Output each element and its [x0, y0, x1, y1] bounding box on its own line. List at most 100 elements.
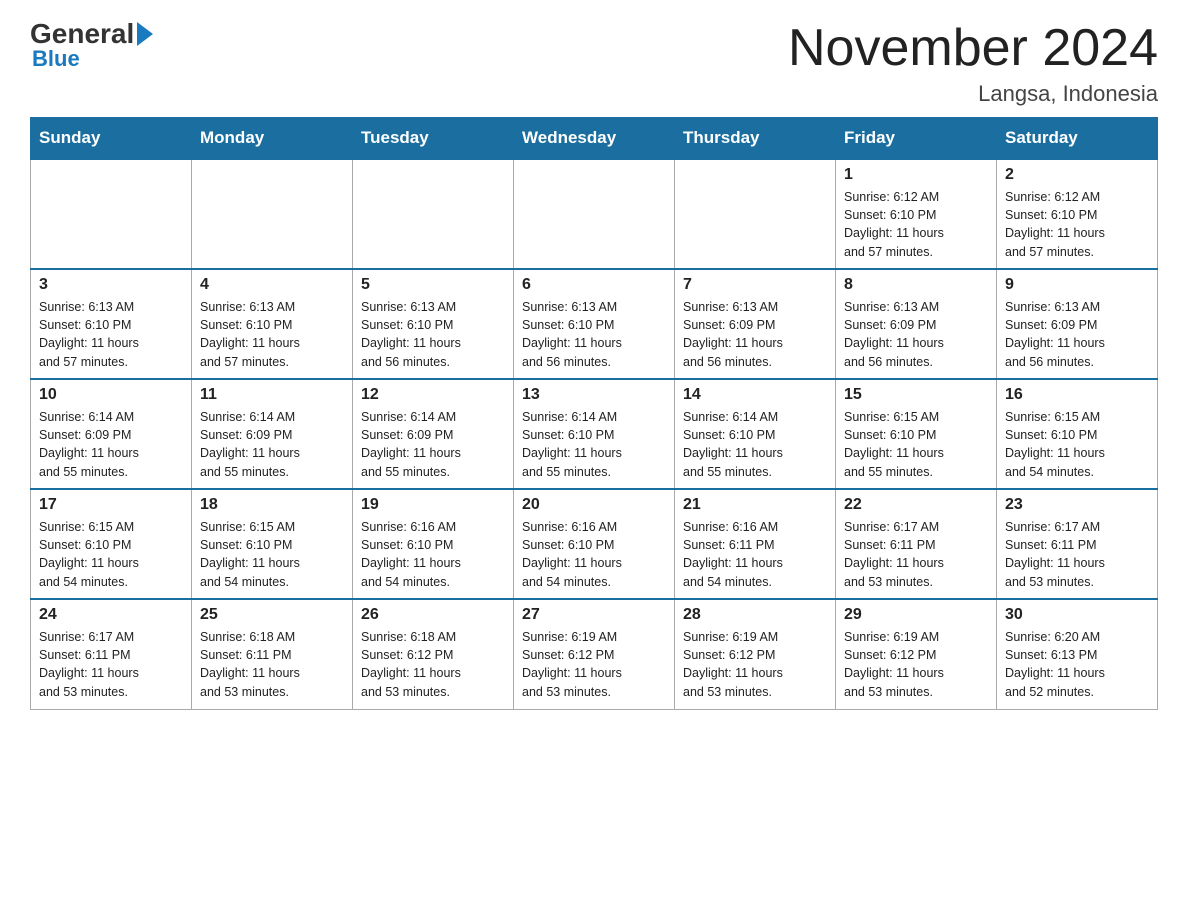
weekday-header-wednesday: Wednesday	[514, 118, 675, 160]
day-number: 27	[522, 606, 666, 624]
calendar-cell: 2 Sunrise: 6:12 AM Sunset: 6:10 PM Daylig…	[997, 159, 1158, 269]
calendar-cell	[675, 159, 836, 269]
day-number: 4	[200, 276, 344, 294]
day-number: 21	[683, 496, 827, 514]
day-info: Sunrise: 6:13 AM Sunset: 6:10 PM Dayligh…	[522, 298, 666, 371]
day-info: Sunrise: 6:19 AM Sunset: 6:12 PM Dayligh…	[844, 628, 988, 701]
calendar-cell: 4Sunrise: 6:13 AM Sunset: 6:10 PM Daylig…	[192, 269, 353, 379]
calendar-cell: 20 Sunrise: 6:16 AM Sunset: 6:10 PM Dayli…	[514, 489, 675, 599]
calendar-cell: 26 Sunrise: 6:18 AM Sunset: 6:12 PM Dayli…	[353, 599, 514, 709]
calendar-cell: 13 Sunrise: 6:14 AM Sunset: 6:10 PM Dayli…	[514, 379, 675, 489]
calendar-cell: 17 Sunrise: 6:15 AM Sunset: 6:10 PM Dayli…	[31, 489, 192, 599]
calendar-cell: 7 Sunrise: 6:13 AM Sunset: 6:09 PM Daylig…	[675, 269, 836, 379]
day-number: 20	[522, 496, 666, 514]
calendar-title: November 2024	[788, 20, 1158, 77]
calendar-cell: 22 Sunrise: 6:17 AM Sunset: 6:11 PM Dayli…	[836, 489, 997, 599]
day-number: 10	[39, 386, 183, 404]
calendar-cell: 14 Sunrise: 6:14 AM Sunset: 6:10 PM Dayli…	[675, 379, 836, 489]
day-info: Sunrise: 6:14 AM Sunset: 6:09 PM Dayligh…	[200, 408, 344, 481]
logo-blue-text: Blue	[32, 46, 153, 72]
calendar-cell: 30Sunrise: 6:20 AM Sunset: 6:13 PM Dayli…	[997, 599, 1158, 709]
day-info: Sunrise: 6:18 AM Sunset: 6:12 PM Dayligh…	[361, 628, 505, 701]
day-info: Sunrise: 6:17 AM Sunset: 6:11 PM Dayligh…	[39, 628, 183, 701]
day-info: Sunrise: 6:14 AM Sunset: 6:10 PM Dayligh…	[683, 408, 827, 481]
day-info: Sunrise: 6:18 AM Sunset: 6:11 PM Dayligh…	[200, 628, 344, 701]
day-number: 17	[39, 496, 183, 514]
weekday-header-saturday: Saturday	[997, 118, 1158, 160]
day-number: 19	[361, 496, 505, 514]
day-number: 5	[361, 276, 505, 294]
calendar-cell: 11 Sunrise: 6:14 AM Sunset: 6:09 PM Dayli…	[192, 379, 353, 489]
day-info: Sunrise: 6:12 AM Sunset: 6:10 PM Dayligh…	[1005, 188, 1149, 261]
calendar-week-1: 1 Sunrise: 6:12 AM Sunset: 6:10 PM Daylig…	[31, 159, 1158, 269]
weekday-header-thursday: Thursday	[675, 118, 836, 160]
day-info: Sunrise: 6:13 AM Sunset: 6:10 PM Dayligh…	[361, 298, 505, 371]
day-info: Sunrise: 6:16 AM Sunset: 6:10 PM Dayligh…	[361, 518, 505, 591]
calendar-week-2: 3 Sunrise: 6:13 AM Sunset: 6:10 PM Daylig…	[31, 269, 1158, 379]
calendar-cell: 6 Sunrise: 6:13 AM Sunset: 6:10 PM Daylig…	[514, 269, 675, 379]
day-info: Sunrise: 6:13 AM Sunset: 6:10 PM Dayligh…	[39, 298, 183, 371]
weekday-header-row: SundayMondayTuesdayWednesdayThursdayFrid…	[31, 118, 1158, 160]
weekday-header-friday: Friday	[836, 118, 997, 160]
calendar-week-3: 10 Sunrise: 6:14 AM Sunset: 6:09 PM Dayli…	[31, 379, 1158, 489]
day-number: 6	[522, 276, 666, 294]
day-info: Sunrise: 6:16 AM Sunset: 6:10 PM Dayligh…	[522, 518, 666, 591]
page-header: General Blue November 2024 Langsa, Indon…	[30, 20, 1158, 107]
day-info: Sunrise: 6:14 AM Sunset: 6:10 PM Dayligh…	[522, 408, 666, 481]
day-number: 9	[1005, 276, 1149, 294]
day-info: Sunrise: 6:14 AM Sunset: 6:09 PM Dayligh…	[39, 408, 183, 481]
logo: General Blue	[30, 20, 153, 72]
day-info: Sunrise: 6:13 AM Sunset: 6:09 PM Dayligh…	[683, 298, 827, 371]
calendar-cell	[514, 159, 675, 269]
day-number: 12	[361, 386, 505, 404]
calendar-cell: 12 Sunrise: 6:14 AM Sunset: 6:09 PM Dayli…	[353, 379, 514, 489]
day-number: 26	[361, 606, 505, 624]
day-number: 25	[200, 606, 344, 624]
calendar-cell: 28 Sunrise: 6:19 AM Sunset: 6:12 PM Dayli…	[675, 599, 836, 709]
calendar-subtitle: Langsa, Indonesia	[788, 81, 1158, 107]
day-info: Sunrise: 6:13 AM Sunset: 6:09 PM Dayligh…	[1005, 298, 1149, 371]
day-number: 11	[200, 386, 344, 404]
day-info: Sunrise: 6:20 AM Sunset: 6:13 PM Dayligh…	[1005, 628, 1149, 701]
day-info: Sunrise: 6:15 AM Sunset: 6:10 PM Dayligh…	[39, 518, 183, 591]
day-number: 28	[683, 606, 827, 624]
calendar-table: SundayMondayTuesdayWednesdayThursdayFrid…	[30, 117, 1158, 710]
weekday-header-tuesday: Tuesday	[353, 118, 514, 160]
calendar-cell: 19 Sunrise: 6:16 AM Sunset: 6:10 PM Dayli…	[353, 489, 514, 599]
day-number: 1	[844, 166, 988, 184]
day-info: Sunrise: 6:15 AM Sunset: 6:10 PM Dayligh…	[844, 408, 988, 481]
calendar-cell: 10 Sunrise: 6:14 AM Sunset: 6:09 PM Dayli…	[31, 379, 192, 489]
day-info: Sunrise: 6:19 AM Sunset: 6:12 PM Dayligh…	[522, 628, 666, 701]
day-number: 14	[683, 386, 827, 404]
calendar-cell: 8Sunrise: 6:13 AM Sunset: 6:09 PM Daylig…	[836, 269, 997, 379]
day-number: 15	[844, 386, 988, 404]
calendar-week-4: 17 Sunrise: 6:15 AM Sunset: 6:10 PM Dayli…	[31, 489, 1158, 599]
day-info: Sunrise: 6:17 AM Sunset: 6:11 PM Dayligh…	[844, 518, 988, 591]
weekday-header-sunday: Sunday	[31, 118, 192, 160]
day-number: 29	[844, 606, 988, 624]
calendar-cell	[31, 159, 192, 269]
day-number: 22	[844, 496, 988, 514]
day-number: 7	[683, 276, 827, 294]
calendar-cell: 27 Sunrise: 6:19 AM Sunset: 6:12 PM Dayli…	[514, 599, 675, 709]
day-info: Sunrise: 6:14 AM Sunset: 6:09 PM Dayligh…	[361, 408, 505, 481]
day-number: 13	[522, 386, 666, 404]
day-number: 23	[1005, 496, 1149, 514]
day-info: Sunrise: 6:15 AM Sunset: 6:10 PM Dayligh…	[1005, 408, 1149, 481]
day-number: 2	[1005, 166, 1149, 184]
calendar-cell: 24 Sunrise: 6:17 AM Sunset: 6:11 PM Dayli…	[31, 599, 192, 709]
day-info: Sunrise: 6:12 AM Sunset: 6:10 PM Dayligh…	[844, 188, 988, 261]
calendar-cell: 5 Sunrise: 6:13 AM Sunset: 6:10 PM Daylig…	[353, 269, 514, 379]
calendar-cell: 18Sunrise: 6:15 AM Sunset: 6:10 PM Dayli…	[192, 489, 353, 599]
calendar-cell	[192, 159, 353, 269]
day-number: 8	[844, 276, 988, 294]
calendar-cell: 16Sunrise: 6:15 AM Sunset: 6:10 PM Dayli…	[997, 379, 1158, 489]
day-number: 24	[39, 606, 183, 624]
calendar-cell: 29 Sunrise: 6:19 AM Sunset: 6:12 PM Dayli…	[836, 599, 997, 709]
day-info: Sunrise: 6:17 AM Sunset: 6:11 PM Dayligh…	[1005, 518, 1149, 591]
day-number: 3	[39, 276, 183, 294]
day-number: 18	[200, 496, 344, 514]
day-info: Sunrise: 6:19 AM Sunset: 6:12 PM Dayligh…	[683, 628, 827, 701]
calendar-cell	[353, 159, 514, 269]
calendar-cell: 21Sunrise: 6:16 AM Sunset: 6:11 PM Dayli…	[675, 489, 836, 599]
